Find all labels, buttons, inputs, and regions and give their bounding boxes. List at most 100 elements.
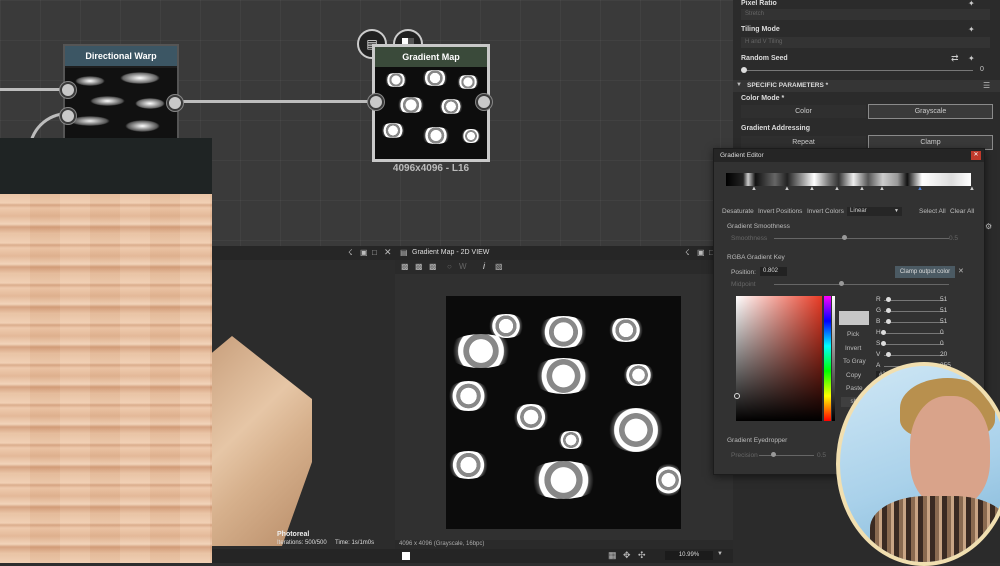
channel-value-r[interactable]: 51 [940,296,947,303]
color-picker-cursor[interactable] [734,393,740,399]
color-swatch-icon[interactable] [402,552,410,560]
color-mode-label: Color Mode * [741,95,785,102]
interpolation-dropdown[interactable]: Linear ▼ [847,207,902,216]
gradient-key-marker[interactable]: ▲ [784,186,790,192]
channel-slider-b[interactable] [884,322,944,323]
position-input[interactable]: 0.802 [760,267,787,276]
clear-all-button[interactable]: Clear All [950,208,974,215]
tiling-mode-dropdown[interactable]: H and V Tiling [741,37,990,48]
dialog-titlebar[interactable]: Gradient Editor ✕ [714,149,984,162]
slider-knob[interactable] [771,452,776,457]
link-icon[interactable]: ✦ [968,0,975,8]
smoothness-value[interactable]: 0.5 [949,235,958,242]
alpha-slider[interactable] [832,296,835,421]
precision-value[interactable]: 0.5 [817,452,826,459]
channel-slider-v[interactable] [884,355,944,356]
color-mode-color-button[interactable]: Color [741,105,866,118]
desaturate-button[interactable]: Desaturate [722,208,754,215]
export-icon[interactable]: ▩ [415,262,423,271]
link-icon[interactable]: ✦ [968,25,975,34]
fit-icon[interactable]: ✥ [623,550,631,561]
pixel-ratio-dropdown[interactable]: Stretch [741,9,990,20]
copy-button[interactable]: Copy [846,372,861,379]
slider-knob[interactable] [741,67,747,73]
color-picker-square[interactable] [736,296,822,421]
menu-icon[interactable]: ☰ [983,81,990,90]
invert-positions-button[interactable]: Invert Positions [758,208,802,215]
paste-button[interactable]: Paste [846,385,863,392]
random-seed-slider[interactable] [743,70,973,71]
invert-colors-button[interactable]: Invert Colors [807,208,844,215]
channel-slider-h[interactable] [884,333,944,334]
pin-icon[interactable]: ☇ [348,248,353,257]
settings-icon[interactable]: ⚙ [985,222,992,231]
channel-value-h[interactable]: 0 [940,329,944,336]
invert-button[interactable]: Invert [845,345,861,352]
restore-icon[interactable]: ▣ [360,248,368,257]
channel-slider-s[interactable] [884,344,944,345]
to-gray-button[interactable]: To Gray [843,358,866,365]
restore-icon[interactable]: ▣ [697,248,705,257]
output-port[interactable] [476,94,492,110]
color-mode-grayscale-button[interactable]: Grayscale [868,104,993,119]
gradient-bar[interactable] [726,173,971,186]
channel-slider-r[interactable] [884,300,944,301]
save-icon[interactable]: ▩ [401,262,409,271]
gradient-key-marker[interactable]: ▲ [834,186,840,192]
hue-slider[interactable] [824,296,831,421]
slider-knob[interactable] [886,319,891,324]
2d-view-panel[interactable]: ▤ Gradient Map - 2D VIEW ☇ ▣ □ ✕ ▩ ▩ ▩ ○… [395,246,733,563]
close-icon[interactable]: ✕ [958,267,964,275]
copy-icon[interactable]: ▩ [429,262,437,271]
clamp-output-color-button[interactable]: Clamp output color [895,266,955,278]
gradient-key-marker[interactable]: ▲ [859,186,865,192]
channel-value-g[interactable]: 51 [940,307,947,314]
slider-knob[interactable] [839,281,844,286]
pixel-ratio-label: Pixel Ratio [741,0,777,7]
gradient-key-marker[interactable]: ▲ [809,186,815,192]
pick-button[interactable]: Pick [847,331,859,338]
zoom-dropdown-icon[interactable]: ▼ [717,551,723,557]
collapse-icon[interactable]: ▼ [736,82,742,88]
tiling-icon[interactable]: W [459,262,467,271]
gradient-key-marker[interactable]: ▲ [969,186,975,192]
midpoint-slider[interactable] [774,284,949,285]
slider-knob[interactable] [886,297,891,302]
close-icon[interactable]: ✕ [384,247,392,258]
channel-value-v[interactable]: 20 [940,351,947,358]
eyedropper-label: Gradient Eyedropper [727,437,788,444]
channel-icon[interactable]: ○ [447,262,452,271]
channel-slider-g[interactable] [884,311,944,312]
smoothness-slider[interactable] [774,238,949,239]
slider-knob[interactable] [886,352,891,357]
input-port[interactable] [60,108,76,124]
link-icon[interactable]: ✦ [968,54,975,63]
slider-knob[interactable] [881,330,886,335]
slider-knob[interactable] [881,341,886,346]
section-header[interactable]: ▼ SPECIFIC PARAMETERS * ☰ [733,80,1000,92]
shuffle-icon[interactable]: ⇄ [951,53,959,64]
gradient-key-marker[interactable]: ▲ [751,186,757,192]
info-icon[interactable]: i [483,261,485,271]
slider-knob[interactable] [842,235,847,240]
select-all-button[interactable]: Select All [919,208,946,215]
input-port[interactable] [368,94,384,110]
channel-value-b[interactable]: 51 [940,318,947,325]
pin-icon[interactable]: ☇ [685,248,690,257]
input-port[interactable] [60,82,76,98]
zoom-field[interactable]: 10.99% [665,551,713,560]
random-seed-value[interactable]: 0 [980,66,984,73]
histogram-icon[interactable]: ▧ [495,262,503,271]
node-directional-warp[interactable]: Directional Warp [63,44,179,144]
output-port[interactable] [167,95,183,111]
gradient-key-marker[interactable]: ▲ [879,186,885,192]
crosshair-icon[interactable]: ✣ [638,550,646,561]
close-button[interactable]: ✕ [971,151,981,160]
precision-slider[interactable] [759,455,814,456]
node-gradient-map[interactable]: Gradient Map [372,44,490,162]
maximize-icon[interactable]: □ [372,248,377,257]
channel-value-s[interactable]: 0 [940,340,944,347]
slider-knob[interactable] [886,308,891,313]
grid-icon[interactable]: ▦ [608,550,617,561]
gradient-key-marker-selected[interactable]: ▲ [917,186,923,192]
